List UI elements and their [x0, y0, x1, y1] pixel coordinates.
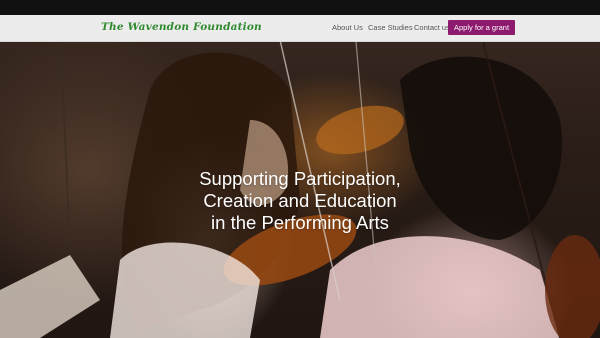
navbar: The Wavendon Foundation About Us Case St… [0, 15, 600, 42]
site-logo[interactable]: The Wavendon Foundation [101, 21, 262, 33]
top-strip [0, 0, 600, 15]
hero-headline-line-2: Creation and Education [203, 190, 397, 211]
hero-headline-line-1: Supporting Participation, [199, 168, 401, 189]
hero-headline-line-3: in the Performing Arts [211, 212, 389, 233]
nav-contact-us[interactable]: Contact us [414, 23, 450, 32]
hero-headline: Supporting Participation, Creation and E… [150, 168, 450, 234]
nav-case-studies[interactable]: Case Studies [368, 23, 413, 32]
apply-for-grant-button[interactable]: Apply for a grant [448, 20, 516, 35]
nav-about-us[interactable]: About Us [332, 23, 363, 32]
